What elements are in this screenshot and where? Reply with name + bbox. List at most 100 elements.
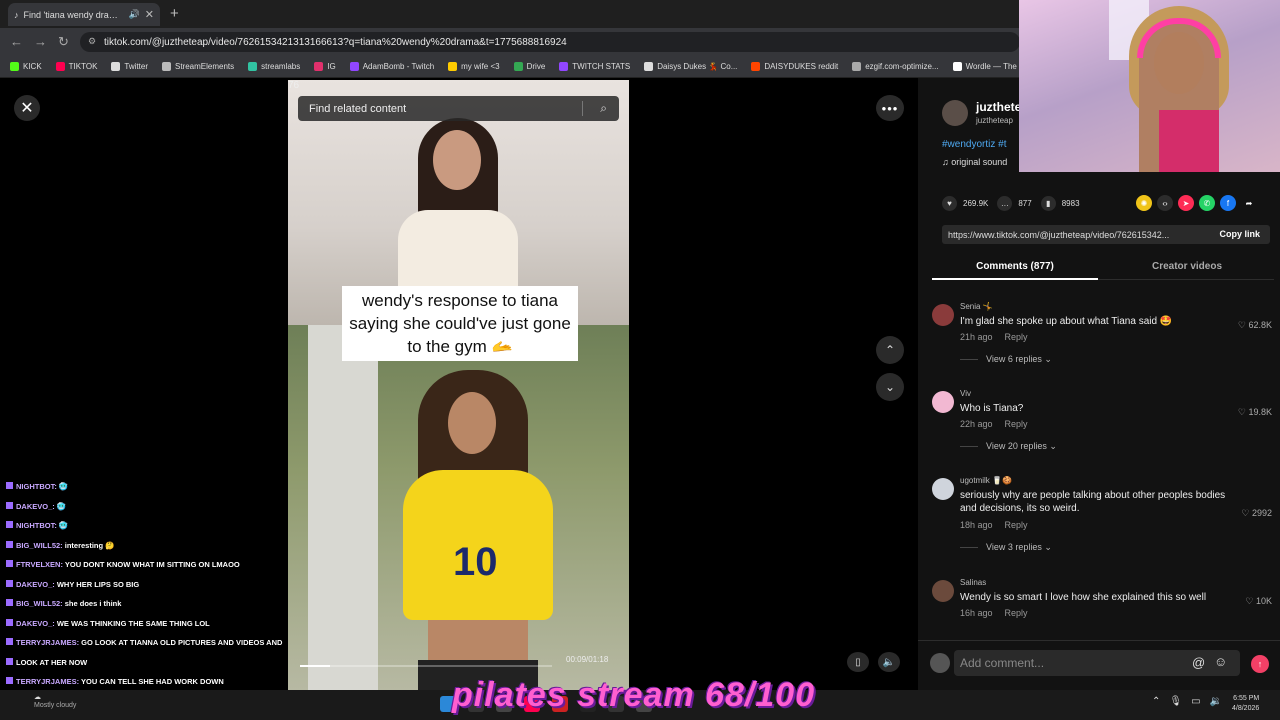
- bookmark-item[interactable]: TWITCH STATS: [559, 62, 630, 71]
- chevron-up-icon[interactable]: ⌃: [1152, 696, 1160, 707]
- back-icon[interactable]: ←: [10, 34, 23, 49]
- bookmark-item[interactable]: AdamBomb - Twitch: [349, 62, 434, 71]
- chat-message: NIGHTBOT: 🥶: [6, 482, 68, 491]
- address-bar[interactable]: ⚙ tiktok.com/@juztheteap/video/762615342…: [80, 32, 1020, 52]
- jersey-number: 10: [453, 540, 498, 584]
- forward-icon[interactable]: →: [34, 34, 47, 49]
- comment-button[interactable]: … 877: [997, 196, 1032, 211]
- view-replies-label: View 3 replies ⌄: [986, 542, 1052, 552]
- comment-like-button[interactable]: ♡ 10K: [1245, 596, 1272, 607]
- embed-badge-icon[interactable]: ✺: [1136, 195, 1152, 211]
- next-video-icon[interactable]: ⌄: [876, 373, 904, 401]
- more-options-icon[interactable]: •••: [876, 95, 904, 121]
- bookmark-favicon-icon: [111, 62, 121, 71]
- comment-meta: 18h ago Reply: [960, 520, 1028, 530]
- bookmark-item[interactable]: KICK: [10, 62, 42, 71]
- facebook-icon[interactable]: f: [1220, 195, 1236, 211]
- previous-video-icon[interactable]: ⌃: [876, 336, 904, 364]
- bookmark-item[interactable]: StreamElements: [161, 62, 234, 71]
- comment-icon: …: [997, 196, 1013, 211]
- bookmark-item[interactable]: Daisys Dukes 💃 Co...: [644, 62, 737, 71]
- commenter-avatar[interactable]: [932, 478, 954, 500]
- reply-button[interactable]: Reply: [1005, 332, 1028, 342]
- comment-like-button[interactable]: ♡ 2992: [1241, 508, 1272, 519]
- bookmark-item[interactable]: Drive: [513, 62, 546, 71]
- embed-code-icon[interactable]: ‹›: [1157, 195, 1173, 211]
- bookmark-item[interactable]: Twitter: [111, 62, 148, 71]
- network-icon[interactable]: ▭: [1191, 696, 1200, 707]
- author-handle[interactable]: juztheteap: [976, 116, 1013, 125]
- copy-link-button[interactable]: Copy link: [1219, 225, 1260, 244]
- miniplayer-icon[interactable]: ▯: [847, 652, 869, 672]
- bookmark-item[interactable]: TIKTOK: [55, 62, 97, 71]
- chat-badge-icon: [6, 560, 13, 567]
- commenter-name[interactable]: ugotmilk 🥛🍪: [960, 476, 1012, 485]
- video-progress-bar[interactable]: [300, 665, 552, 667]
- commenter-avatar[interactable]: [932, 391, 954, 413]
- share-forward-icon[interactable]: ➦: [1241, 195, 1257, 211]
- commenter-name[interactable]: Senia 🤸: [960, 302, 993, 311]
- share-direct-icon[interactable]: ➤: [1178, 195, 1194, 211]
- chat-badge-icon: [6, 599, 13, 606]
- weather-icon[interactable]: ☁: [34, 693, 41, 701]
- search-input[interactable]: Find related content ⌕: [298, 96, 619, 121]
- microphone-icon[interactable]: 🎙: [1169, 696, 1182, 707]
- view-replies-button[interactable]: View 3 replies ⌄: [960, 542, 1052, 553]
- bookmark-item[interactable]: Wordle — The Ne: [952, 62, 1029, 71]
- original-sound-link[interactable]: ♫ original sound: [942, 157, 1007, 167]
- mention-icon[interactable]: @: [1192, 655, 1205, 670]
- commenter-avatar[interactable]: [932, 304, 954, 326]
- chat-message: NIGHTBOT: 🥶: [6, 521, 68, 530]
- author-username[interactable]: juzthete: [976, 100, 1021, 114]
- view-replies-button[interactable]: View 6 replies ⌄: [960, 354, 1052, 365]
- author-avatar[interactable]: [942, 100, 968, 126]
- share-link-field[interactable]: https://www.tiktok.com/@juztheteap/video…: [942, 225, 1270, 244]
- clock[interactable]: 6:55 PM 4/8/2026: [1232, 694, 1259, 714]
- volume-icon[interactable]: 🔈: [878, 652, 900, 672]
- site-info-icon[interactable]: ⚙: [88, 36, 96, 47]
- bookmark-favicon-icon: [644, 62, 654, 71]
- bookmark-label: Drive: [526, 62, 546, 71]
- bookmark-item[interactable]: ezgif.com-optimize...: [852, 62, 939, 71]
- browser-tab[interactable]: ♪ Find 'tiana wendy drama' o 🔊 ✕: [8, 3, 160, 26]
- add-comment-bar: Add comment... @ ☺ ↑: [918, 640, 1280, 690]
- new-tab-button[interactable]: +: [170, 5, 179, 22]
- reply-button[interactable]: Reply: [1005, 520, 1028, 530]
- speaker-icon[interactable]: 🔊: [129, 9, 140, 20]
- bookmark-item[interactable]: DAISYDUKES reddit: [751, 62, 838, 71]
- chat-username: BIG_WILL52:: [16, 540, 63, 550]
- bookmark-item[interactable]: IG: [314, 62, 336, 71]
- close-icon[interactable]: ✕: [14, 95, 40, 121]
- like-button[interactable]: ♥ 269.9K: [942, 196, 988, 211]
- tab-comments[interactable]: Comments (877): [932, 261, 1098, 272]
- view-replies-button[interactable]: View 20 replies ⌄: [960, 441, 1057, 452]
- search-icon[interactable]: ⌕: [600, 101, 607, 116]
- clock-time: 6:55 PM: [1233, 695, 1260, 702]
- chat-message: DAKEVO_: WHY HER LIPS SO BIG: [6, 579, 139, 589]
- video-hashtags[interactable]: #wendyortiz #t: [942, 139, 1006, 150]
- video-player[interactable]: 10 wendy's response to tiana saying she …: [288, 80, 629, 690]
- bookmark-item[interactable]: my wife <3: [448, 62, 500, 71]
- send-icon[interactable]: ↑: [1251, 655, 1269, 673]
- video-progress-fill: [300, 665, 331, 667]
- commenter-name[interactable]: Viv: [960, 389, 971, 398]
- whatsapp-icon[interactable]: ✆: [1199, 195, 1215, 211]
- save-button[interactable]: ▮ 8983: [1040, 196, 1080, 211]
- reply-button[interactable]: Reply: [1005, 419, 1028, 429]
- reply-button[interactable]: Reply: [1005, 608, 1028, 618]
- comment-like-button[interactable]: ♡ 19.8K: [1238, 407, 1272, 418]
- comment-like-button[interactable]: ♡ 62.8K: [1238, 320, 1272, 331]
- commenter-name[interactable]: Salinas: [960, 578, 986, 587]
- bookmark-favicon-icon: [314, 62, 324, 71]
- bookmark-item[interactable]: streamlabs: [248, 62, 300, 71]
- tab-close-icon[interactable]: ✕: [145, 8, 154, 21]
- speaker-tray-icon[interactable]: 🔉: [1210, 696, 1222, 707]
- bookmark-label: TWITCH STATS: [572, 62, 631, 71]
- reload-icon[interactable]: ↻: [58, 34, 69, 50]
- tab-creator-videos[interactable]: Creator videos: [1104, 261, 1270, 272]
- heart-outline-icon: ♡: [1241, 508, 1252, 518]
- stream-chat-overlay: NIGHTBOT: 🥶 DAKEVO_: 🥶 NIGHTBOT: 🥶 BIG_WILL…: [0, 482, 290, 712]
- commenter-avatar[interactable]: [932, 580, 954, 602]
- like-count: 269.9K: [963, 199, 989, 208]
- emoji-icon[interactable]: ☺: [1214, 654, 1227, 669]
